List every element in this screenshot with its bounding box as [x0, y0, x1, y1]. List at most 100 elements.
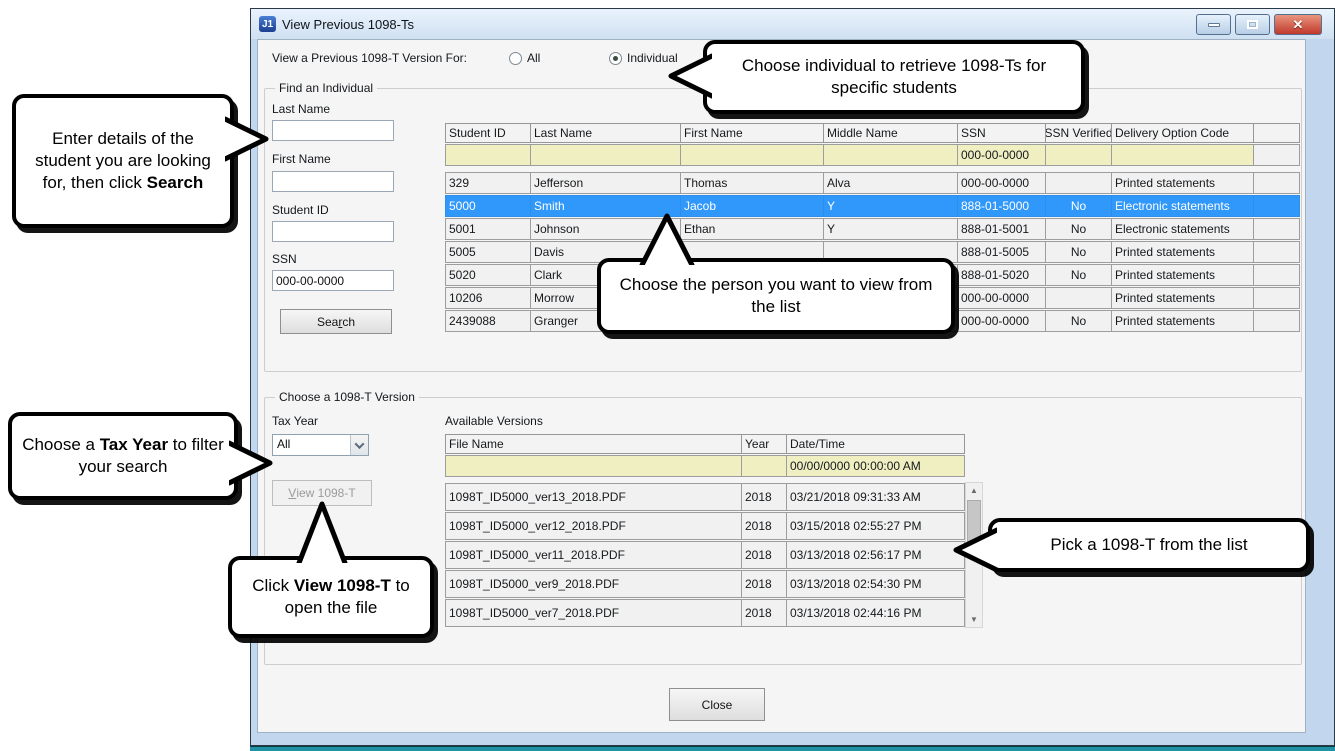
callout-choose-person: Choose the person you want to view from … — [597, 258, 955, 334]
title-bar[interactable]: J1 View Previous 1098-Ts ✕ — [251, 9, 1334, 39]
header-cell[interactable]: Date/Time — [786, 434, 965, 454]
table-cell: 2018 — [741, 541, 787, 569]
table-cell: 888-01-5020 — [957, 264, 1046, 286]
filter-cell[interactable] — [530, 144, 681, 166]
close-button[interactable]: Close — [669, 688, 765, 721]
ssn-label: SSN — [272, 252, 297, 266]
header-cell[interactable] — [1253, 123, 1300, 143]
table-cell — [1045, 172, 1112, 194]
filter-cell[interactable]: 000-00-0000 — [957, 144, 1046, 166]
search-button[interactable]: Search — [280, 309, 392, 334]
filter-cell[interactable] — [680, 144, 824, 166]
scroll-up-icon[interactable]: ▲ — [966, 483, 982, 498]
table-cell: 888-01-5000 — [957, 195, 1046, 217]
table-row[interactable]: 1098T_ID5000_ver7_2018.PDF201803/13/2018… — [445, 599, 965, 627]
table-cell: 2439088 — [445, 310, 531, 332]
header-cell[interactable]: File Name — [445, 434, 742, 454]
table-cell — [1253, 287, 1300, 309]
app-icon: J1 — [259, 16, 276, 32]
table-cell: Printed statements — [1111, 264, 1254, 286]
table-cell: 2018 — [741, 483, 787, 511]
table-cell — [1045, 287, 1112, 309]
table-cell — [1253, 310, 1300, 332]
versions-filter-row: 00/00/0000 00:00:00 AM — [445, 455, 965, 477]
table-cell: 03/21/2018 09:31:33 AM — [786, 483, 965, 511]
table-cell: Electronic statements — [1111, 195, 1254, 217]
radio-individual-icon — [609, 52, 622, 65]
radio-all-label: All — [527, 51, 540, 65]
table-row[interactable]: 1098T_ID5000_ver13_2018.PDF201803/21/201… — [445, 483, 965, 511]
table-cell: No — [1045, 218, 1112, 240]
header-cell[interactable]: First Name — [680, 123, 824, 143]
callout-view-1098t: Click View 1098-T to open the file — [228, 556, 434, 638]
dropdown-button[interactable] — [350, 435, 368, 455]
header-cell[interactable]: Student ID — [445, 123, 531, 143]
table-cell: 2018 — [741, 570, 787, 598]
filter-cell[interactable] — [741, 455, 787, 477]
tax-year-dropdown[interactable]: All — [272, 434, 369, 456]
table-cell: Thomas — [680, 172, 824, 194]
student-id-input[interactable] — [272, 221, 394, 242]
table-row[interactable]: 1098T_ID5000_ver11_2018.PDF201803/13/201… — [445, 541, 965, 569]
close-icon: ✕ — [1293, 17, 1304, 33]
filter-cell[interactable] — [445, 455, 742, 477]
table-cell: 10206 — [445, 287, 531, 309]
table-cell: Ethan — [680, 218, 824, 240]
table-cell: No — [1045, 195, 1112, 217]
scroll-down-icon[interactable]: ▼ — [966, 612, 982, 627]
students-filter-row: 000-00-0000 — [445, 144, 1301, 166]
table-cell — [1253, 218, 1300, 240]
table-row[interactable]: 329JeffersonThomasAlva000-00-0000Printed… — [445, 172, 1301, 194]
chevron-down-icon — [355, 439, 365, 449]
header-cell[interactable]: Last Name — [530, 123, 681, 143]
table-cell: 000-00-0000 — [957, 310, 1046, 332]
last-name-label: Last Name — [272, 102, 330, 116]
first-name-input[interactable] — [272, 171, 394, 192]
table-row[interactable]: 1098T_ID5000_ver9_2018.PDF201803/13/2018… — [445, 570, 965, 598]
filter-cell[interactable] — [823, 144, 958, 166]
table-cell: Printed statements — [1111, 172, 1254, 194]
table-cell: Printed statements — [1111, 241, 1254, 263]
table-cell: 000-00-0000 — [957, 172, 1046, 194]
header-cell[interactable]: SSN Verified — [1045, 123, 1112, 143]
header-cell[interactable]: SSN — [957, 123, 1046, 143]
students-header-row: Student IDLast NameFirst NameMiddle Name… — [445, 123, 1301, 143]
table-cell — [1253, 264, 1300, 286]
window-close-button[interactable]: ✕ — [1274, 14, 1322, 35]
tax-year-value: All — [273, 435, 350, 455]
minimize-icon — [1208, 23, 1220, 27]
table-cell: Jefferson — [530, 172, 681, 194]
table-cell: 03/13/2018 02:54:30 PM — [786, 570, 965, 598]
filter-cell[interactable] — [445, 144, 531, 166]
window-title: View Previous 1098-Ts — [282, 17, 414, 32]
maximize-button[interactable] — [1235, 14, 1270, 35]
first-name-label: First Name — [272, 152, 331, 166]
table-cell: 5001 — [445, 218, 531, 240]
filter-cell[interactable]: 00/00/0000 00:00:00 AM — [786, 455, 965, 477]
ssn-input[interactable] — [272, 270, 394, 291]
filter-cell[interactable] — [1045, 144, 1112, 166]
filter-cell[interactable] — [1111, 144, 1254, 166]
header-cell[interactable]: Delivery Option Code — [1111, 123, 1254, 143]
minimize-button[interactable] — [1196, 14, 1231, 35]
table-cell: 03/13/2018 02:44:16 PM — [786, 599, 965, 627]
table-cell: Printed statements — [1111, 287, 1254, 309]
available-versions-label: Available Versions — [445, 414, 543, 428]
versions-header-row: File NameYearDate/Time — [445, 434, 965, 454]
header-cell[interactable]: Year — [741, 434, 787, 454]
view-for-label: View a Previous 1098-T Version For: — [272, 51, 467, 65]
callout-pick-1098t: Pick a 1098-T from the list — [988, 518, 1310, 572]
student-id-label: Student ID — [272, 203, 329, 217]
table-cell — [1253, 195, 1300, 217]
filter-cell[interactable] — [1253, 144, 1300, 166]
table-cell: 888-01-5001 — [957, 218, 1046, 240]
table-cell: 1098T_ID5000_ver9_2018.PDF — [445, 570, 742, 598]
table-row[interactable]: 1098T_ID5000_ver12_2018.PDF201803/15/201… — [445, 512, 965, 540]
last-name-input[interactable] — [272, 120, 394, 141]
table-cell: 1098T_ID5000_ver12_2018.PDF — [445, 512, 742, 540]
header-cell[interactable]: Middle Name — [823, 123, 958, 143]
table-cell: No — [1045, 241, 1112, 263]
table-row[interactable]: 5000SmithJacobY888-01-5000NoElectronic s… — [445, 195, 1301, 217]
radio-all[interactable]: All — [509, 49, 540, 67]
table-row[interactable]: 5001JohnsonEthanY888-01-5001NoElectronic… — [445, 218, 1301, 240]
